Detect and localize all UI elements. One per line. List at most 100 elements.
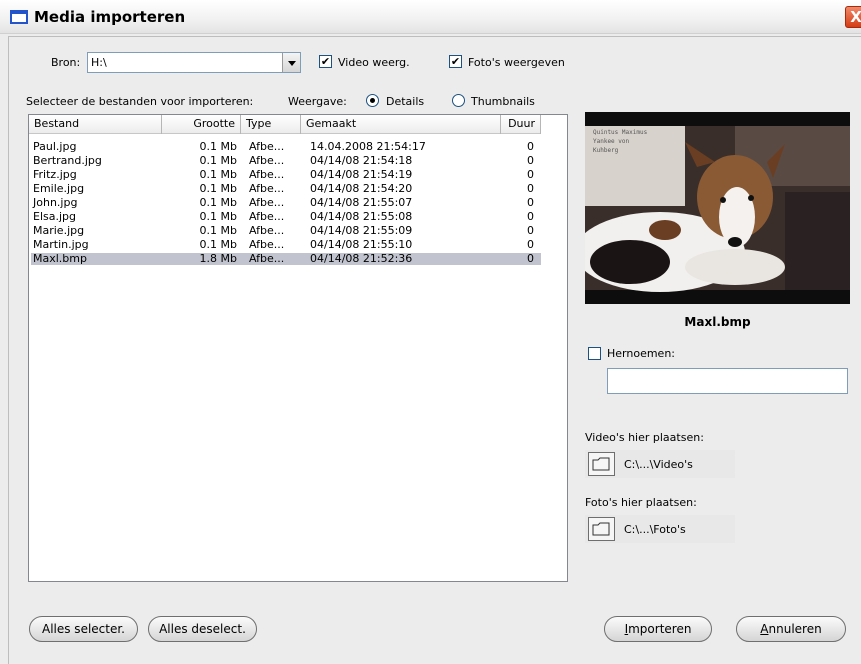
cell-file-name: Emile.jpg [33, 182, 85, 195]
source-dropdown[interactable]: H:\ [87, 52, 301, 73]
cell-file-name: Fritz.jpg [33, 168, 77, 181]
column-header-file[interactable]: Bestand [29, 115, 162, 134]
cell-file-type: Afbe... [249, 182, 285, 195]
cell-file-size: 0.1 Mb [199, 140, 237, 153]
cell-file-created: 04/14/08 21:54:19 [310, 168, 413, 181]
cell-file-name: John.jpg [33, 196, 78, 209]
cell-file-created: 04/14/08 21:55:07 [310, 196, 413, 209]
view-details-radio[interactable] [366, 94, 379, 107]
cell-file-type: Afbe... [249, 196, 285, 209]
preview-image: Quintus Maximus Yankee von Kuhberg [575, 112, 850, 304]
cell-file-size: 0.1 Mb [199, 238, 237, 251]
import-label: mporteren [628, 622, 692, 636]
cancel-accelerator: A [760, 622, 769, 636]
table-row[interactable]: John.jpg 0.1 Mb Afbe... 04/14/08 21:55:07 0 [31, 197, 541, 209]
cell-file-name: Marie.jpg [33, 224, 85, 237]
show-video-checkbox[interactable]: ✔ [319, 55, 332, 68]
view-details-label: Details [386, 95, 425, 108]
cancel-label: nnuleren [768, 622, 822, 636]
title-bar[interactable]: Media importeren X [0, 0, 861, 34]
cancel-button[interactable]: Annuleren [736, 616, 846, 642]
file-list[interactable]: Bestand Grootte Type Gemaakt Duur Paul.j… [28, 114, 568, 582]
column-header-duration[interactable]: Duur [501, 115, 541, 134]
cell-file-name: Bertrand.jpg [33, 154, 102, 167]
overlay-line-3: Kuhberg [593, 147, 619, 154]
table-row[interactable]: Paul.jpg 0.1 Mb Afbe... 14.04.2008 21:54:17… [31, 141, 541, 153]
cell-file-size: 0.1 Mb [199, 168, 237, 181]
cell-file-duration: 0 [527, 154, 534, 167]
cell-file-created: 14.04.2008 21:54:17 [310, 140, 426, 153]
table-row[interactable]: Martin.jpg 0.1 Mb Afbe... 04/14/08 21:55:10… [31, 239, 541, 251]
cell-file-name: Paul.jpg [33, 140, 77, 153]
table-row[interactable]: Emile.jpg 0.1 Mb Afbe... 04/14/08 21:54:20 0 [31, 183, 541, 195]
cell-file-duration: 0 [527, 196, 534, 209]
cell-file-duration: 0 [527, 140, 534, 153]
cell-file-duration: 0 [527, 168, 534, 181]
video-folder-button[interactable] [588, 452, 615, 476]
cell-file-created: 04/14/08 21:52:36 [310, 252, 413, 265]
cell-file-size: 0.1 Mb [199, 154, 237, 167]
dog-photo: Quintus Maximus Yankee von Kuhberg [575, 112, 850, 304]
cell-file-created: 04/14/08 21:55:09 [310, 224, 413, 237]
source-value: H:\ [91, 56, 107, 69]
show-photos-label: Foto's weergeven [468, 56, 565, 69]
cell-file-name: Maxl.bmp [33, 252, 87, 265]
photo-target-path: C:\...\Foto's [624, 523, 686, 536]
view-label: Weergave: [288, 95, 347, 108]
view-thumbnails-radio[interactable] [452, 94, 465, 107]
table-row[interactable]: Marie.jpg 0.1 Mb Afbe... 04/14/08 21:55:09 0 [31, 225, 541, 237]
cell-file-type: Afbe... [249, 238, 285, 251]
photo-folder-button[interactable] [588, 517, 615, 541]
import-button[interactable]: Importeren [604, 616, 712, 642]
cell-file-size: 1.8 Mb [199, 252, 237, 265]
cell-file-duration: 0 [527, 182, 534, 195]
table-row[interactable]: Bertrand.jpg 0.1 Mb Afbe... 04/14/08 21:54:… [31, 155, 541, 167]
photo-target-label: Foto's hier plaatsen: [585, 496, 697, 509]
cell-file-type: Afbe... [249, 224, 285, 237]
cell-file-type: Afbe... [249, 252, 285, 265]
view-thumbnails-label: Thumbnails [471, 95, 535, 108]
rename-input[interactable] [607, 368, 848, 394]
select-all-button[interactable]: Alles selecter. [29, 616, 138, 642]
column-header-size[interactable]: Grootte [162, 115, 241, 134]
folder-icon [592, 457, 610, 471]
table-row[interactable]: Maxl.bmp 1.8 Mb Afbe... 04/14/08 21:52:36 0 [31, 253, 541, 265]
column-header-created[interactable]: Gemaakt [301, 115, 501, 134]
cell-file-duration: 0 [527, 238, 534, 251]
deselect-all-button[interactable]: Alles deselect. [148, 616, 257, 642]
table-row[interactable]: Elsa.jpg 0.1 Mb Afbe... 04/14/08 21:55:08 0 [31, 211, 541, 223]
overlay-line-1: Quintus Maximus [593, 129, 648, 136]
media-import-dialog: Media importeren X Bron: H:\ ✔ Video wee… [0, 0, 861, 664]
window-icon [10, 10, 28, 24]
chevron-down-icon[interactable] [282, 53, 300, 72]
rename-checkbox[interactable] [588, 347, 601, 360]
table-row[interactable]: Fritz.jpg 0.1 Mb Afbe... 04/14/08 21:54:19 0 [31, 169, 541, 181]
cell-file-size: 0.1 Mb [199, 182, 237, 195]
close-button[interactable]: X [845, 6, 861, 28]
column-header-type[interactable]: Type [241, 115, 301, 134]
cell-file-size: 0.1 Mb [199, 196, 237, 209]
cell-file-name: Martin.jpg [33, 238, 89, 251]
cell-file-size: 0.1 Mb [199, 210, 237, 223]
video-target-label: Video's hier plaatsen: [585, 431, 704, 444]
cell-file-duration: 0 [527, 252, 534, 265]
rename-label: Hernoemen: [607, 347, 675, 360]
cell-file-created: 04/14/08 21:55:10 [310, 238, 413, 251]
checkmark-icon: ✔ [450, 55, 461, 68]
window-title: Media importeren [34, 8, 186, 26]
select-files-label: Selecteer de bestanden voor importeren: [26, 95, 254, 108]
preview-caption: Maxl.bmp [684, 315, 751, 329]
file-list-header: Bestand Grootte Type Gemaakt Duur [29, 115, 541, 134]
cell-file-created: 04/14/08 21:55:08 [310, 210, 413, 223]
cell-file-type: Afbe... [249, 168, 285, 181]
show-photos-checkbox[interactable]: ✔ [449, 55, 462, 68]
checkmark-icon: ✔ [320, 55, 331, 68]
show-video-label: Video weerg. [338, 56, 410, 69]
cell-file-name: Elsa.jpg [33, 210, 76, 223]
cell-file-size: 0.1 Mb [199, 224, 237, 237]
cell-file-duration: 0 [527, 224, 534, 237]
cell-file-type: Afbe... [249, 210, 285, 223]
video-target-path: C:\...\Video's [624, 458, 693, 471]
source-label: Bron: [51, 56, 81, 69]
overlay-line-2: Yankee von [593, 138, 630, 145]
